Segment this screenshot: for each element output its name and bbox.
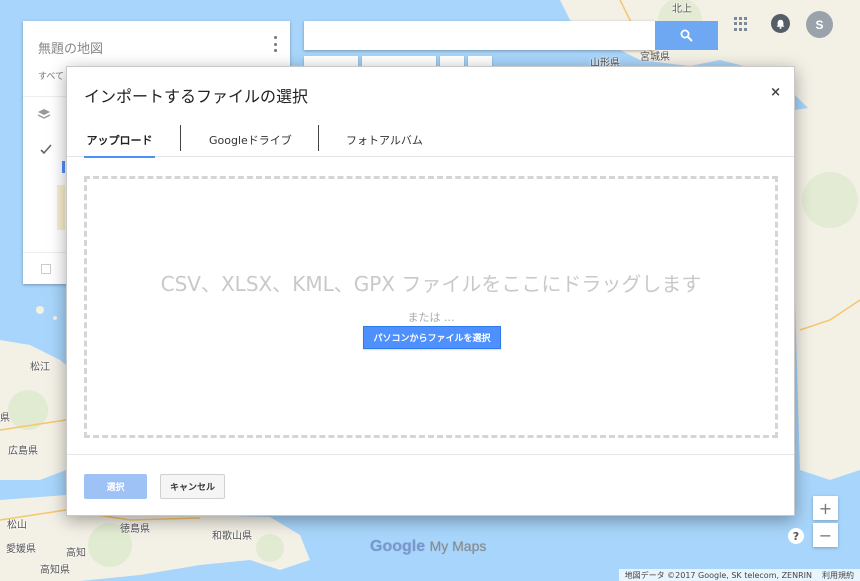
- search-input[interactable]: [304, 21, 655, 50]
- toolbar-group[interactable]: [440, 56, 464, 66]
- map-label: 松江: [30, 362, 50, 373]
- notifications-icon[interactable]: [771, 14, 790, 33]
- tab-divider: [318, 125, 319, 151]
- map-toolbar: [304, 56, 502, 66]
- map-label: 北上: [672, 4, 692, 15]
- map-label: 徳島県: [120, 524, 150, 535]
- map-label: 和歌山県: [212, 531, 252, 542]
- active-tab-indicator: [84, 156, 155, 158]
- toolbar-group[interactable]: [304, 56, 358, 66]
- drop-instructions: CSV、XLSX、KML、GPX ファイルをここにドラッグします: [160, 272, 702, 296]
- select-button[interactable]: 選択: [84, 474, 147, 499]
- apps-grid-icon[interactable]: [734, 17, 748, 31]
- cancel-button[interactable]: キャンセル: [160, 474, 225, 499]
- dialog-tabs: アップロード Googleドライブ フォトアルバム: [67, 122, 794, 158]
- map-label: 高知県: [40, 565, 70, 576]
- help-icon[interactable]: ?: [788, 528, 804, 544]
- search-button[interactable]: [655, 21, 718, 50]
- zoom-out-button[interactable]: −: [813, 523, 838, 547]
- map-label: 愛媛県: [6, 544, 36, 555]
- map-title[interactable]: 無題の地図: [38, 38, 103, 57]
- search-icon: [680, 29, 693, 42]
- tab-label: Googleドライブ: [209, 133, 292, 147]
- toolbar-group[interactable]: [468, 56, 492, 66]
- select-file-from-computer-button[interactable]: パソコンからファイルを選択: [363, 326, 501, 349]
- import-file-dialog: インポートするファイルの選択 × アップロード Googleドライブ フォトアル…: [66, 66, 795, 516]
- tab-label: フォトアルバム: [346, 133, 423, 147]
- dialog-title: インポートするファイルの選択: [84, 87, 309, 106]
- map-attribution: 地図データ ©2017 Google, SK telecom, ZENRIN 利…: [618, 569, 860, 581]
- tab-upload[interactable]: アップロード: [84, 122, 155, 158]
- my-maps-wordmark: My Maps: [429, 538, 487, 554]
- checkbox-icon[interactable]: [41, 264, 51, 274]
- tab-divider: [180, 125, 181, 151]
- avatar[interactable]: S: [806, 11, 833, 38]
- map-label: 宮城県: [640, 52, 670, 63]
- map-label: 松山: [7, 520, 27, 531]
- map-label: 県: [0, 413, 10, 424]
- divider: [67, 454, 794, 455]
- map-label: 広島県: [8, 446, 38, 457]
- checkbox-checked-icon[interactable]: [40, 144, 52, 155]
- layer-color-indicator: [62, 161, 65, 173]
- toolbar-group[interactable]: [362, 56, 436, 66]
- zoom-in-button[interactable]: +: [813, 496, 838, 520]
- google-my-maps-logo: Google My Maps: [370, 538, 486, 556]
- map-label: 高知: [66, 548, 86, 559]
- google-wordmark: Google: [370, 538, 426, 555]
- attribution-text: 地図データ ©2017 Google, SK telecom, ZENRIN: [624, 570, 812, 580]
- more-vert-icon[interactable]: [272, 36, 278, 52]
- file-drop-zone[interactable]: CSV、XLSX、KML、GPX ファイルをここにドラッグします または ...…: [84, 176, 778, 438]
- panel-subtitle: すべて: [38, 72, 65, 82]
- terms-link[interactable]: 利用規約: [822, 570, 854, 581]
- layers-icon: [37, 109, 51, 119]
- tab-label: アップロード: [86, 133, 153, 147]
- tab-photo-album[interactable]: フォトアルバム: [346, 122, 423, 157]
- close-icon[interactable]: ×: [770, 85, 781, 100]
- tab-google-drive[interactable]: Googleドライブ: [209, 122, 292, 157]
- or-text: または ...: [407, 311, 455, 324]
- layer-highlight: [57, 185, 65, 230]
